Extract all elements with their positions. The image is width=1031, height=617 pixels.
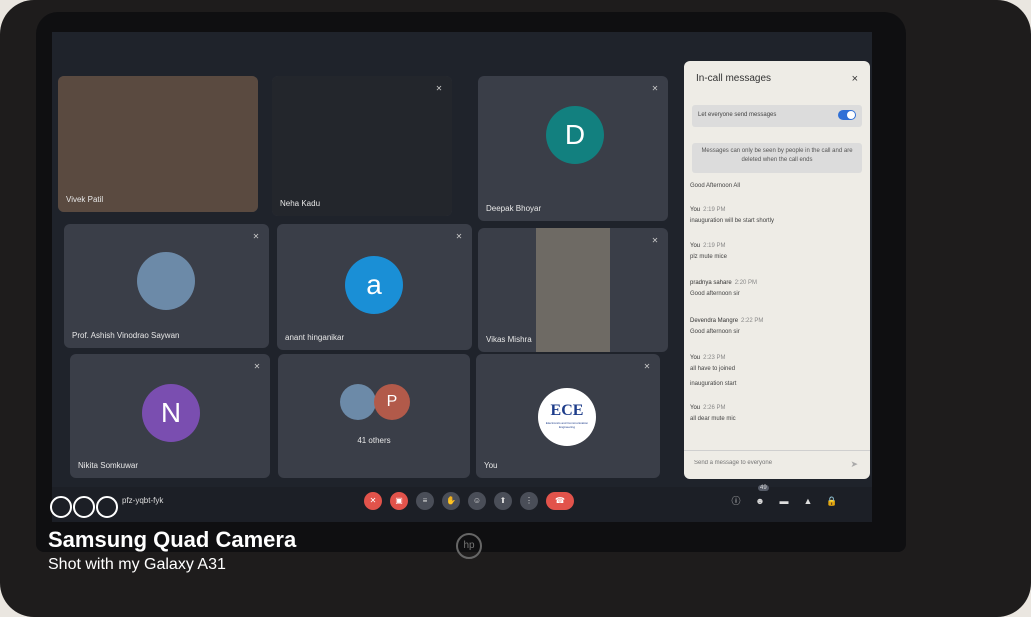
mic-off-icon: ✕ [435,84,443,93]
message-text: all have to joined [690,366,736,372]
toggle-label: Let everyone send messages [698,112,777,118]
leave-call-button[interactable]: ☎ [546,492,574,510]
message-time: 2:22 PM [741,318,764,324]
send-permission-toggle[interactable] [838,110,856,120]
participant-count-badge: 49 [758,485,769,491]
participant-name: anant hinganikar [285,333,345,342]
mic-off-icon: ✕ [651,84,659,93]
message-sender: You [690,243,701,249]
message-time: 2:19 PM [703,243,726,249]
message-text: Good afternoon sir [690,329,740,335]
camera-watermark-subtitle: Shot with my Galaxy A31 [48,556,226,573]
avatar: D [546,106,604,164]
hp-logo-icon: hp [456,533,482,559]
participant-name: Neha Kadu [280,199,321,208]
message-text: Good Afternoon All [690,183,741,189]
message-text: inauguration will be start shortly [690,218,775,224]
emoji-button[interactable]: ☺ [468,492,486,510]
chat-message: You 2:19 PM inauguration will be start sh… [690,205,774,227]
participant-tile[interactable]: ✕ Vikas Mishra [478,228,668,352]
video-feed [58,76,258,212]
mic-off-icon: ✕ [455,232,463,241]
chat-message: You 2:26 PM all dear mute mic [690,403,736,425]
meeting-screen: Vivek Patil ✕ Neha Kadu ✕ D Deepak Bhoya… [52,32,872,522]
chat-message: You 2:23 PM all have to joined [690,353,735,375]
profile-photo [137,252,195,310]
chat-message: Devendra Mangre 2:22 PM Good afternoon si… [690,316,763,338]
mic-off-icon: ✕ [643,362,651,371]
message-sender: You [690,207,701,213]
chat-message: You 2:19 PM plz mute mice [690,241,727,263]
camera-toggle-button[interactable]: ▣ [390,492,408,510]
message-sender: You [690,405,701,411]
control-bar: pfz-yqbt-fyk ✕ ▣ ≡ ✋ ☺ ⬆ ⋮ ☎ ⓘ ☻ 49 ▬ ▲ … [52,485,872,522]
message-composer: ➤ [684,450,870,479]
send-icon[interactable]: ➤ [850,459,858,470]
chat-message: inauguration start [690,379,736,390]
avatar: P [374,384,410,420]
message-text: Good afternoon sir [690,291,740,297]
captions-button[interactable]: ≡ [416,492,434,510]
message-sender: You [690,355,701,361]
info-icon[interactable]: ⓘ [730,495,742,507]
avatar: N [142,384,200,442]
message-time: 2:23 PM [703,355,726,361]
others-tile[interactable]: P 41 others [278,354,470,478]
participant-tile[interactable]: ✕ a anant hinganikar [277,224,472,350]
participant-tile[interactable]: ✕ Prof. Ashish Vinodrao Saywan [64,224,269,348]
others-count: 41 others [357,436,391,445]
participant-name: Deepak Bhoyar [486,204,542,213]
participant-tile[interactable]: ✕ D Deepak Bhoyar [478,76,668,221]
chat-message: pradnya sahare 2:20 PM Good afternoon sir [690,278,757,300]
photo-frame: ▶ Vivek Patil ✕ Neha Kadu ✕ D Deepak Bho… [0,0,1031,617]
chat-notice: Messages can only be seen by people in t… [692,143,862,173]
profile-photo [340,384,376,420]
close-icon[interactable]: × [852,73,858,85]
participant-name: Vikas Mishra [486,335,532,344]
participant-tile[interactable]: ✕ Neha Kadu [272,76,452,216]
participant-name: Vivek Patil [66,195,104,204]
send-permission-row: Let everyone send messages [692,105,862,127]
self-tile[interactable]: ✕ ECE Electronics and Communication Engi… [476,354,660,478]
participant-tile[interactable]: Vivek Patil [58,76,258,212]
camera-watermark-title: Samsung Quad Camera [48,527,297,552]
mic-off-icon: ✕ [253,362,261,371]
chat-panel: In-call messages × Let everyone send mes… [684,61,870,479]
camera-watermark-icon [50,496,122,518]
message-sender: Devendra Mangre [690,318,739,324]
avatar: a [345,256,403,314]
host-controls-icon[interactable]: 🔒 [826,495,838,507]
participant-name: Nikita Somkuwar [78,461,139,470]
logo-title: ECE [550,402,584,419]
activities-icon[interactable]: ▲ [802,495,814,507]
message-text: plz mute mice [690,254,728,260]
more-options-button[interactable]: ⋮ [520,492,538,510]
message-text: all dear mute mic [690,416,736,422]
participant-name: You [484,461,498,470]
mic-toggle-button[interactable]: ✕ [364,492,382,510]
message-time: 2:19 PM [703,207,726,213]
meeting-code: pfz-yqbt-fyk [122,496,164,505]
present-button[interactable]: ⬆ [494,492,512,510]
mic-off-icon: ✕ [651,236,659,245]
logo-subtitle: Electronics and Communication Engineerin… [545,421,589,429]
message-input[interactable] [692,459,836,467]
ece-logo: ECE Electronics and Communication Engine… [538,388,596,446]
participant-tile[interactable]: ✕ N Nikita Somkuwar [70,354,270,478]
chat-icon[interactable]: ▬ [778,495,790,507]
message-sender: pradnya sahare [690,280,732,286]
message-time: 2:20 PM [734,280,758,286]
panel-title: In-call messages [696,73,772,84]
message-text: inauguration start [690,381,737,387]
message-time: 2:26 PM [703,405,726,411]
participant-name: Prof. Ashish Vinodrao Saywan [72,331,180,340]
video-feed [272,76,452,216]
video-feed [536,228,610,352]
chat-message: Good Afternoon All [690,181,740,192]
raise-hand-button[interactable]: ✋ [442,492,460,510]
people-icon[interactable]: ☻ [754,495,766,507]
mic-off-icon: ✕ [252,232,260,241]
